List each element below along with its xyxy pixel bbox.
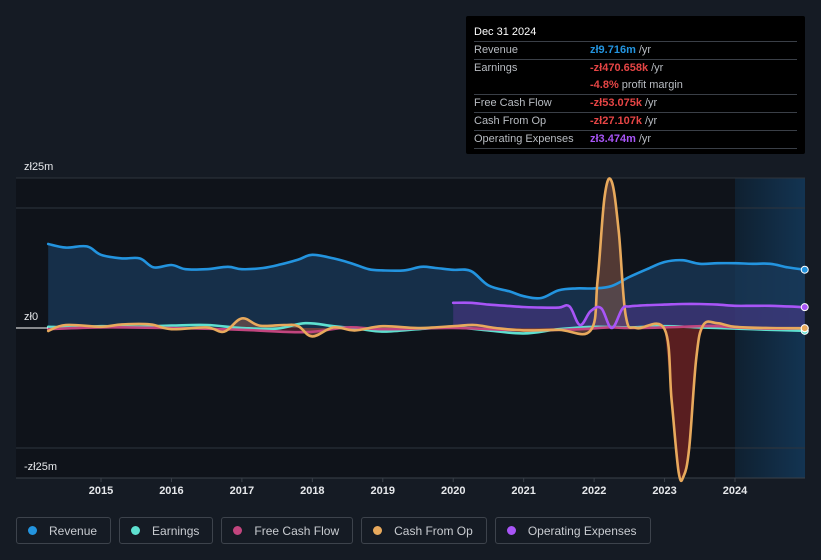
tooltip-label: Cash From Op: [474, 115, 547, 127]
x-tick-label: 2020: [441, 485, 465, 497]
tooltip-unit: /yr: [651, 62, 664, 74]
tooltip-row-earnings: Earnings -zł470.658k /yr: [474, 60, 797, 77]
tooltip-value: -zł27.107k: [590, 115, 642, 127]
legend-item-operating-expenses[interactable]: Operating Expenses: [494, 517, 651, 544]
tooltip-label: [474, 77, 590, 94]
tooltip-row-profit-margin: -4.8% profit margin: [474, 77, 797, 95]
legend-label: Earnings: [152, 523, 200, 538]
cash-from-op-end-marker: [800, 324, 809, 333]
tooltip-unit: /yr: [638, 133, 652, 145]
tooltip-value: -zł470.658k: [590, 62, 649, 74]
operating-expenses-end-marker: [800, 303, 809, 312]
tooltip-unit: /yr: [644, 115, 658, 127]
legend-item-cash-from-op[interactable]: Cash From Op: [361, 517, 487, 544]
tooltip-date: Dec 31 2024: [474, 24, 797, 42]
legend-label: Revenue: [49, 523, 98, 538]
x-tick-label: 2023: [652, 485, 676, 497]
x-tick-label: 2024: [723, 485, 748, 497]
legend-item-free-cash-flow[interactable]: Free Cash Flow: [221, 517, 354, 544]
tooltip-value: zł3.474m: [590, 133, 636, 145]
operating-expenses-dot-icon: [506, 526, 516, 535]
tooltip-label: Earnings: [474, 62, 518, 74]
x-tick-label: 2018: [300, 485, 324, 497]
x-tick-label: 2015: [89, 485, 113, 497]
legend-label: Operating Expenses: [527, 523, 637, 538]
tooltip-unit: profit margin: [621, 79, 683, 91]
cash-from-op-dot-icon: [373, 526, 383, 535]
x-tick-label: 2017: [230, 485, 254, 497]
revenue-dot-icon: [28, 526, 37, 535]
legend: Revenue Earnings Free Cash Flow Cash Fro…: [16, 517, 651, 544]
legend-label: Cash From Op: [394, 523, 473, 538]
tooltip-row-cash-from-op: Cash From Op -zł27.107k /yr: [474, 113, 797, 131]
tooltip-value: zł9.716m: [590, 44, 636, 56]
free-cash-flow-dot-icon: [233, 526, 243, 535]
legend-item-revenue[interactable]: Revenue: [16, 517, 112, 544]
earnings-dot-icon: [131, 526, 141, 535]
tooltip-label: Revenue: [474, 44, 519, 56]
tooltip-value: -4.8%: [590, 79, 619, 91]
x-tick-label: 2022: [582, 485, 606, 497]
x-tick-label: 2019: [371, 485, 395, 497]
legend-label: Free Cash Flow: [254, 523, 340, 538]
x-axis: 2015 2016 2017 2018 2019 2020 2021 2022 2023 2024: [89, 478, 748, 497]
legend-item-earnings[interactable]: Earnings: [119, 517, 214, 544]
revenue-end-marker: [800, 265, 809, 274]
tooltip-label: Operating Expenses: [474, 133, 574, 145]
tooltip-label: Free Cash Flow: [474, 97, 552, 109]
tooltip-row-revenue: Revenue zł9.716m /yr: [474, 42, 797, 60]
x-tick-label: 2016: [159, 485, 183, 497]
tooltip-value: -zł53.075k: [590, 97, 642, 109]
y-tick-label: zł25m: [24, 161, 53, 173]
y-tick-label: -zł25m: [24, 461, 57, 473]
y-tick-label: zł0: [24, 311, 38, 323]
tooltip-unit: /yr: [638, 44, 652, 56]
tooltip-row-operating-expenses: Operating Expenses zł3.474m /yr: [474, 131, 797, 149]
x-tick-label: 2021: [511, 485, 535, 497]
tooltip: Dec 31 2024 Revenue zł9.716m /yr Earning…: [466, 16, 805, 154]
tooltip-unit: /yr: [644, 97, 658, 109]
tooltip-row-free-cash-flow: Free Cash Flow -zł53.075k /yr: [474, 95, 797, 113]
